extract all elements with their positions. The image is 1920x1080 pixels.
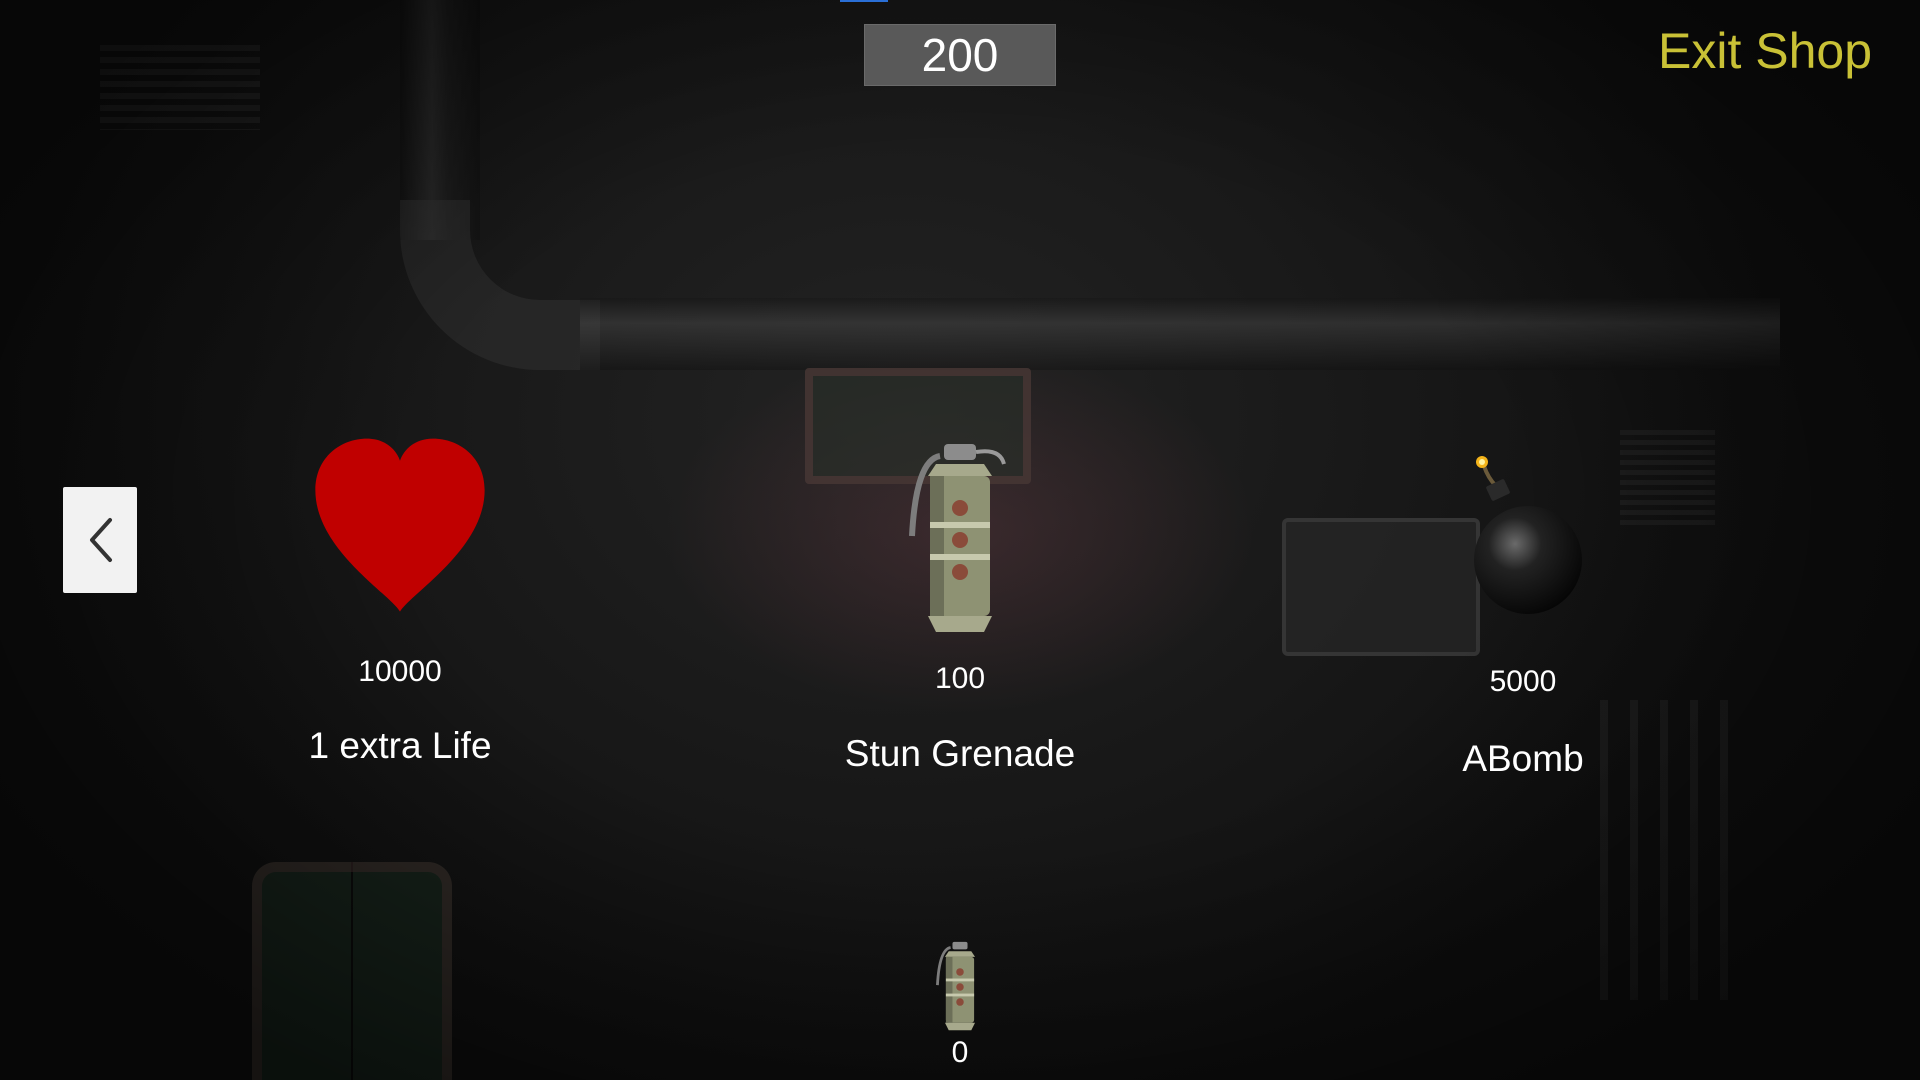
- background-pipe-horizontal: [580, 298, 1780, 370]
- item-price: 5000: [1489, 665, 1557, 698]
- item-name: 1 extra Life: [308, 725, 492, 766]
- bomb-icon: [1474, 456, 1582, 614]
- inventory-count: 0: [951, 1036, 969, 1069]
- currency-display: 200: [864, 24, 1056, 86]
- exit-shop-button[interactable]: Exit Shop: [1658, 22, 1872, 80]
- shop-item-stun-grenade[interactable]: 100 Stun Grenade: [750, 435, 1170, 785]
- heart-icon: [315, 438, 485, 612]
- background-vent: [100, 45, 260, 130]
- game-screen: 200 Exit Shop 10000 1 extra Life 100 Stu…: [0, 0, 1920, 1080]
- item-name: ABomb: [1462, 738, 1584, 779]
- shop-item-abomb[interactable]: 5000 ABomb: [1313, 450, 1733, 800]
- top-accent-bar: [840, 0, 888, 2]
- stun-grenade-icon: [909, 444, 1006, 632]
- item-price: 10000: [358, 655, 442, 688]
- shop-item-extra-life[interactable]: 10000 1 extra Life: [190, 425, 610, 775]
- background-door: [252, 862, 452, 1080]
- item-name: Stun Grenade: [844, 733, 1076, 774]
- currency-value: 200: [921, 29, 999, 81]
- stun-grenade-icon: [936, 941, 976, 1031]
- background-pipe-corner: [400, 200, 600, 370]
- previous-page-button[interactable]: [63, 487, 137, 593]
- chevron-left-icon: [90, 518, 112, 562]
- item-price: 100: [934, 662, 986, 695]
- inventory-slot: 0: [900, 940, 1020, 1070]
